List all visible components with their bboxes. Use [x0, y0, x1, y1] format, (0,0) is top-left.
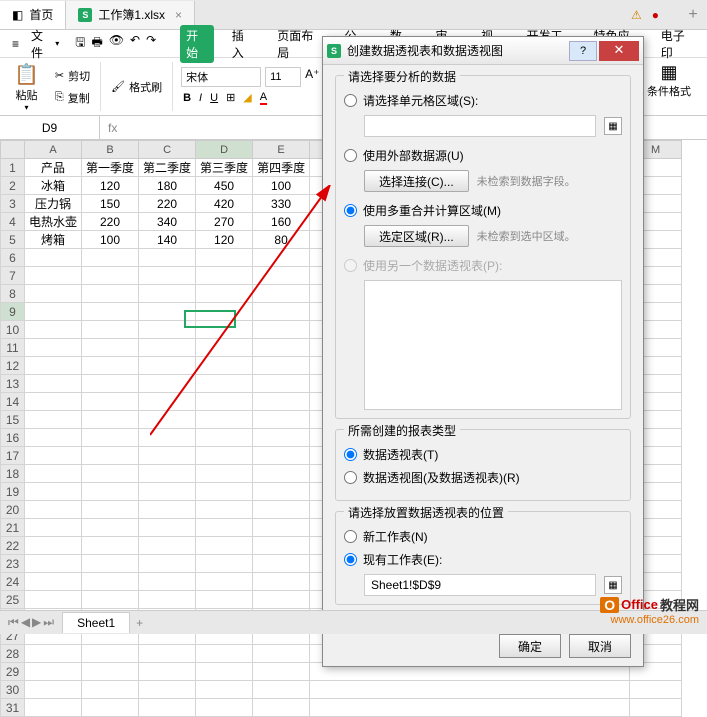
- dialog-close-button[interactable]: ✕: [599, 41, 639, 61]
- section-data-label: 请选择要分析的数据: [344, 68, 460, 85]
- cut-icon: ✂: [55, 69, 64, 82]
- redo-icon[interactable]: ↷: [146, 33, 156, 54]
- radio-pivot-table[interactable]: 数据透视表(T): [344, 446, 622, 463]
- range-input[interactable]: [364, 115, 596, 137]
- add-sheet-button[interactable]: +: [136, 616, 143, 630]
- cancel-button[interactable]: 取消: [569, 634, 631, 658]
- dialog-icon: S: [327, 44, 341, 58]
- pivot-list: [364, 280, 622, 410]
- bold-button[interactable]: B: [183, 92, 191, 104]
- choose-connection-button[interactable]: 选择连接(C)...: [364, 170, 469, 192]
- font-name-select[interactable]: [181, 67, 261, 87]
- save-icon[interactable]: 🖫: [75, 33, 85, 54]
- pivot-dialog: S 创建数据透视表和数据透视图 ? ✕ 请选择要分析的数据 请选择单元格区域(S…: [322, 36, 644, 667]
- italic-button[interactable]: I: [199, 92, 202, 104]
- preview-icon[interactable]: 👁: [109, 33, 124, 54]
- radio-multi[interactable]: 使用多重合并计算区域(M): [344, 202, 622, 219]
- dialog-help-button[interactable]: ?: [569, 41, 597, 61]
- home-icon: ◧: [12, 8, 23, 22]
- paste-button[interactable]: 📋 粘贴▾: [8, 62, 45, 111]
- paste-icon: 📋: [14, 62, 39, 87]
- radio-external[interactable]: 使用外部数据源(U): [344, 147, 622, 164]
- tab-file[interactable]: S 工作簿1.xlsx ×: [66, 1, 195, 29]
- ribbon-tab-start[interactable]: 开始: [180, 25, 214, 63]
- radio-pivot-chart[interactable]: 数据透视图(及数据透视表)(R): [344, 469, 622, 486]
- radio-select-range[interactable]: 请选择单元格区域(S):: [344, 92, 622, 109]
- underline-button[interactable]: U: [210, 92, 218, 104]
- print-icon[interactable]: 🖶: [91, 33, 102, 54]
- sheet-nav-next-icon[interactable]: ▶: [32, 615, 41, 630]
- ribbon-tab-stamp[interactable]: 电子印: [655, 25, 699, 63]
- range-picker-icon[interactable]: ▦: [604, 117, 622, 135]
- font-inc-icon[interactable]: A⁺: [305, 67, 319, 87]
- fill-color-button[interactable]: ◢: [243, 91, 251, 104]
- copy-icon: ⎘: [55, 91, 64, 104]
- app-menu-icon[interactable]: ≡: [8, 36, 23, 52]
- font-size-select[interactable]: [265, 67, 301, 87]
- brush-icon: 🖌: [111, 80, 125, 93]
- ribbon-tab-insert[interactable]: 插入: [226, 25, 260, 63]
- format-painter-button[interactable]: 🖌格式刷: [109, 77, 164, 97]
- location-picker-icon[interactable]: ▦: [604, 576, 622, 594]
- border-button[interactable]: ⊞: [226, 91, 235, 104]
- select-area-button[interactable]: 选定区域(R)...: [364, 225, 469, 247]
- cond-format-icon: ▦: [660, 62, 677, 83]
- sheet-nav-first-icon[interactable]: ⏮: [8, 615, 19, 630]
- tab-add-button[interactable]: +: [679, 6, 707, 24]
- undo-icon[interactable]: ↶: [130, 33, 140, 54]
- tab-home[interactable]: ◧首页: [0, 1, 66, 29]
- copy-button[interactable]: ⎘复制: [53, 88, 92, 108]
- dialog-title: 创建数据透视表和数据透视图: [347, 42, 503, 59]
- sheet-nav-prev-icon[interactable]: ◀: [21, 615, 30, 630]
- close-icon[interactable]: ×: [175, 8, 182, 22]
- ribbon-tab-layout[interactable]: 页面布局: [271, 25, 326, 63]
- cut-button[interactable]: ✂剪切: [53, 66, 92, 86]
- section-location-label: 请选择放置数据透视表的位置: [344, 504, 508, 521]
- fx-icon[interactable]: fx: [100, 121, 125, 135]
- file-menu[interactable]: 文件▾: [27, 27, 63, 61]
- name-box[interactable]: D9: [0, 116, 100, 139]
- dialog-titlebar[interactable]: S 创建数据透视表和数据透视图 ? ✕: [323, 37, 643, 65]
- sheet-tab[interactable]: Sheet1: [62, 612, 130, 633]
- watermark: OOffice教程网 www.office26.com: [600, 595, 699, 626]
- area-hint: 未检索到选中区域。: [477, 228, 576, 244]
- excel-icon: S: [78, 8, 92, 22]
- tab-warning: ⚠●: [631, 8, 659, 22]
- font-color-button[interactable]: A: [260, 91, 267, 105]
- radio-existing-sheet[interactable]: 现有工作表(E):: [344, 551, 622, 568]
- radio-other-pivot: 使用另一个数据透视表(P):: [344, 257, 622, 274]
- section-type-label: 所需创建的报表类型: [344, 422, 460, 439]
- location-input[interactable]: [364, 574, 596, 596]
- radio-new-sheet[interactable]: 新工作表(N): [344, 528, 622, 545]
- conn-hint: 未检索到数据字段。: [477, 173, 576, 189]
- ok-button[interactable]: 确定: [499, 634, 561, 658]
- watermark-logo-icon: O: [600, 597, 619, 613]
- cond-format-button[interactable]: ▦ 条件格式: [638, 62, 699, 111]
- sheet-nav-last-icon[interactable]: ⏭: [43, 615, 54, 630]
